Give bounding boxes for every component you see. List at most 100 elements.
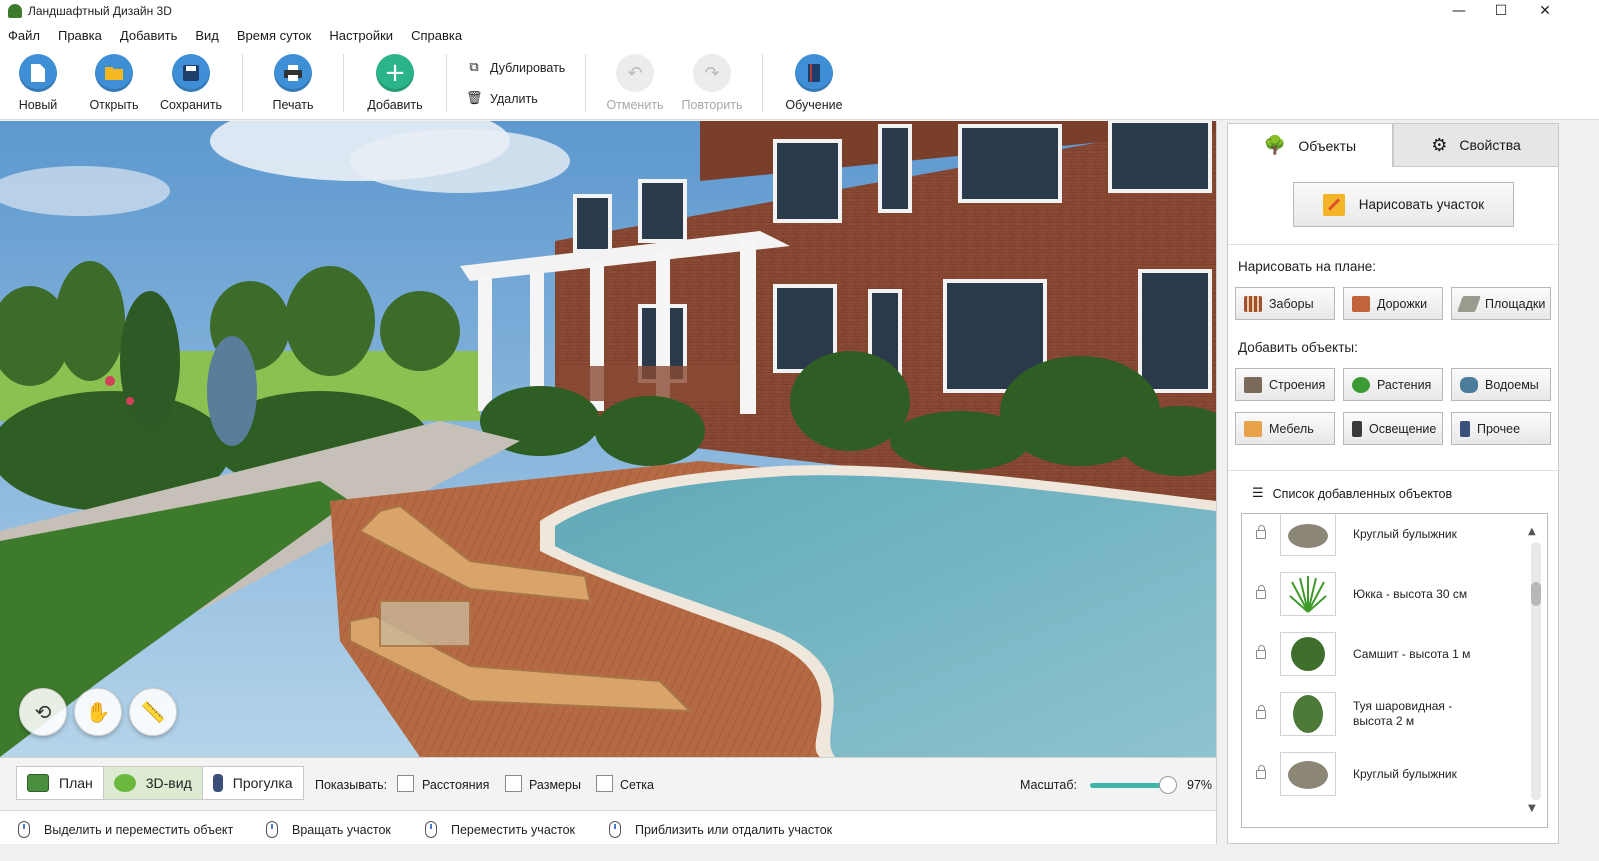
unlock-icon[interactable] (1256, 704, 1266, 719)
buildings-button[interactable]: Строения (1235, 368, 1335, 401)
printer-icon (274, 54, 312, 92)
scroll-up-icon[interactable]: ▲ (1528, 526, 1536, 537)
distances-label: Расстояния (422, 778, 490, 792)
redo-button[interactable]: ↷ Повторить (672, 54, 752, 112)
platforms-button[interactable]: Площадки (1451, 287, 1551, 320)
tutorial-button[interactable]: Обучение (774, 54, 854, 112)
list-item-name: Самшит - высота 1 м (1353, 646, 1471, 661)
draw-plot-button[interactable]: Нарисовать участок (1293, 182, 1514, 227)
tree-3d-icon (113, 774, 136, 792)
open-folder-icon (95, 54, 133, 92)
ponds-button[interactable]: Водоемы (1451, 368, 1551, 401)
divider (1228, 244, 1560, 245)
unlock-icon[interactable] (1256, 524, 1266, 539)
tree-icon: 🌳 (1263, 135, 1287, 156)
list-item[interactable]: Туя шаровидная - высота 2 м (1242, 684, 1522, 744)
save-button-label: Сохранить (159, 98, 223, 112)
path-bricks-icon (1352, 295, 1370, 312)
menu-edit[interactable]: Правка (58, 28, 102, 43)
platforms-label: Площадки (1485, 296, 1546, 311)
tab-plan[interactable]: План (17, 767, 104, 799)
list-item[interactable]: Круглый булыжник (1242, 744, 1522, 804)
list-item[interactable]: Юкка - высота 30 см (1242, 564, 1522, 624)
delete-button[interactable]: 🗑 Удалить (466, 91, 538, 106)
duplicate-button[interactable]: ⧉ Дублировать (466, 60, 565, 75)
rotate-view-icon[interactable]: ⟲ (19, 688, 67, 736)
objects-list-title: Список добавленных объектов (1272, 486, 1453, 501)
hint-rotate-label: Вращать участок (292, 822, 391, 837)
paths-button[interactable]: Дорожки (1343, 287, 1443, 320)
grid-checkbox[interactable] (596, 775, 613, 792)
draw-on-plan-heading: Нарисовать на плане: (1238, 259, 1377, 274)
dimensions-checkbox[interactable] (505, 775, 522, 792)
unlock-icon[interactable] (1256, 584, 1266, 599)
lounger-icon (1244, 420, 1262, 437)
paths-label: Дорожки (1377, 296, 1428, 311)
undo-button[interactable]: ↶ Отменить (595, 54, 675, 112)
distances-checkbox[interactable] (397, 775, 414, 792)
hand-pan-icon[interactable]: ✋ (74, 688, 122, 736)
close-button[interactable]: ✕ (1522, 0, 1568, 22)
hint-select-move-label: Выделить и переместить объект (44, 822, 234, 837)
list-item-name: Круглый булыжник (1353, 526, 1457, 541)
print-button-label: Печать (272, 98, 314, 112)
list-scrollbar[interactable]: ▲ ▼ (1523, 518, 1545, 818)
3d-viewport[interactable] (0, 121, 1216, 757)
menu-settings[interactable]: Настройки (329, 28, 393, 43)
tab-3d-view[interactable]: 3D-вид (103, 767, 203, 799)
objects-tab-content: Нарисовать участок Нарисовать на плане: … (1227, 167, 1560, 844)
tab-walk[interactable]: Прогулка (203, 767, 303, 799)
zoom-slider-thumb[interactable] (1159, 776, 1177, 794)
list-item[interactable]: Круглый булыжник (1242, 514, 1522, 564)
unlock-icon[interactable] (1256, 644, 1266, 659)
save-button[interactable]: Сохранить (151, 54, 231, 112)
duplicate-icon: ⧉ (469, 60, 479, 75)
furniture-label: Мебель (1269, 421, 1314, 436)
open-button[interactable]: Открыть (74, 54, 154, 112)
other-button[interactable]: Прочее (1451, 412, 1551, 445)
scroll-track[interactable] (1531, 542, 1541, 800)
zoom-slider-track[interactable] (1090, 783, 1168, 788)
unlock-icon[interactable] (1256, 764, 1266, 779)
paving-icon (1457, 295, 1481, 312)
menu-add[interactable]: Добавить (120, 28, 177, 43)
furniture-button[interactable]: Мебель (1235, 412, 1335, 445)
duplicate-label: Дублировать (490, 60, 566, 75)
add-button-label: Добавить (367, 98, 423, 112)
ruler-icon[interactable]: 📏 (129, 688, 177, 736)
window-title: Ландшафтный Дизайн 3D (28, 4, 172, 18)
redo-label: Повторить (681, 98, 743, 112)
plus-icon: + (376, 54, 414, 92)
fences-label: Заборы (1269, 296, 1314, 311)
menu-help[interactable]: Справка (411, 28, 462, 43)
added-objects-list[interactable]: Круглый булыжник Юкка - высота 30 см Сам… (1241, 513, 1548, 828)
hint-rotate: Вращать участок (266, 821, 391, 838)
scroll-down-icon[interactable]: ▼ (1528, 803, 1536, 814)
zoom-value: 97% (1187, 778, 1213, 792)
ponds-label: Водоемы (1485, 377, 1539, 392)
tab-objects[interactable]: 🌳 Объекты (1227, 123, 1393, 167)
new-button[interactable]: Новый (0, 54, 78, 112)
menu-view[interactable]: Вид (195, 28, 219, 43)
add-button[interactable]: + Добавить (355, 54, 435, 112)
print-button[interactable]: Печать (253, 54, 333, 112)
book-icon (795, 54, 833, 92)
pond-icon (1460, 376, 1478, 393)
plants-button[interactable]: Растения (1343, 368, 1443, 401)
minimize-button[interactable]: — (1436, 0, 1482, 22)
menu-time-of-day[interactable]: Время суток (237, 28, 311, 43)
list-item[interactable]: Самшит - высота 1 м (1242, 624, 1522, 684)
mouse-left-icon (18, 821, 30, 838)
tab-properties[interactable]: ⚙ Свойства (1393, 123, 1559, 167)
lighting-button[interactable]: Освещение (1343, 412, 1443, 445)
mouse-wheel-icon (609, 821, 621, 838)
scroll-thumb[interactable] (1531, 582, 1541, 606)
other-label: Прочее (1477, 421, 1521, 436)
maximize-button[interactable]: ☐ (1478, 0, 1524, 22)
fences-button[interactable]: Заборы (1235, 287, 1335, 320)
app-logo-icon (8, 4, 22, 18)
mouse-middle-icon (425, 821, 437, 838)
building-icon (1244, 376, 1262, 393)
menu-file[interactable]: Файл (8, 28, 40, 43)
gnome-icon (1460, 420, 1470, 437)
